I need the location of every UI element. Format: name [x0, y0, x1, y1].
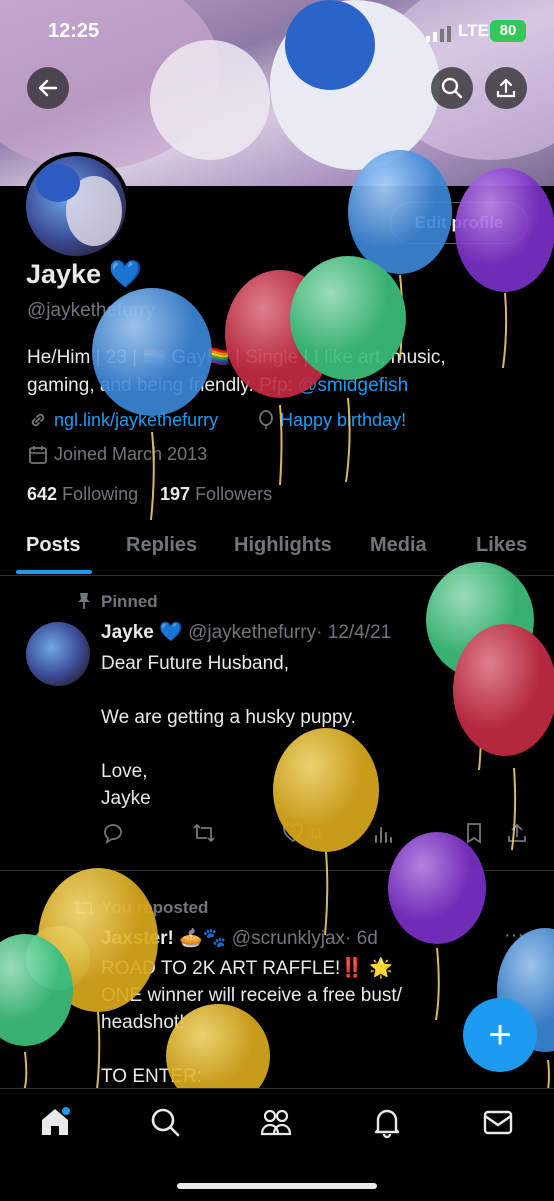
profile-handle: @jaykethefurry — [27, 300, 156, 321]
tab-likes[interactable]: Likes — [476, 534, 527, 557]
views-button[interactable] — [372, 822, 394, 849]
followers-stat[interactable]: 197 Followers — [160, 484, 272, 505]
search-icon[interactable] — [148, 1105, 182, 1139]
pinned-label: Pinned — [101, 592, 158, 611]
bell-icon[interactable] — [370, 1105, 404, 1139]
back-button[interactable] — [27, 67, 69, 109]
post-author-emoji: 🥧🐾 — [179, 928, 227, 949]
post-body[interactable]: ROAD TO 2K ART RAFFLE!‼️ 🌟 ONE winner wi… — [101, 955, 521, 1090]
heart-emoji: 💙 — [108, 259, 143, 289]
compose-post-button[interactable]: + — [463, 998, 537, 1072]
post-body[interactable]: Dear Future Husband, We are getting a hu… — [101, 650, 521, 812]
active-tab-indicator — [16, 570, 92, 574]
following-stat[interactable]: 642 Following — [27, 484, 138, 505]
balloon-icon — [256, 410, 276, 430]
bookmark-icon — [467, 823, 481, 844]
followers-count: 197 — [160, 484, 191, 504]
battery-indicator: 80 — [490, 20, 526, 42]
post-header: Jaxster! 🥧🐾 @scrunklyjax· 6d — [101, 926, 378, 950]
post-line: TO ENTER: — [101, 1066, 202, 1087]
joined-date: Joined March 2013 — [54, 444, 208, 464]
post-line: Jayke — [101, 788, 151, 809]
bio-line-2: gaming, and being friendly. Pfp: @smidge… — [27, 372, 537, 399]
post-line — [101, 731, 521, 758]
status-time: 12:25 — [48, 20, 100, 42]
post-line — [101, 1036, 521, 1063]
repost-button[interactable] — [192, 822, 216, 849]
following-label: Following — [62, 484, 139, 504]
post-author-handle: @jaykethefurry — [188, 622, 317, 643]
repost-icon — [193, 824, 215, 842]
post-line: ONE winner will receive a free bust/ — [101, 985, 402, 1006]
post-line — [101, 677, 521, 704]
analytics-icon — [375, 827, 392, 843]
reposted-label: You reposted — [101, 898, 209, 917]
reply-icon — [104, 824, 122, 844]
post-divider — [0, 870, 554, 871]
post-avatar[interactable] — [26, 622, 90, 686]
share-button[interactable] — [485, 67, 527, 109]
share-icon — [508, 823, 526, 842]
banner-fox-hair — [285, 0, 375, 90]
bottom-nav — [0, 1088, 554, 1201]
network-label: LTE — [458, 21, 489, 40]
post-author-name[interactable]: Jayke — [101, 622, 154, 643]
banner-paw — [150, 40, 270, 160]
post-author-name[interactable]: Jaxster! — [101, 928, 174, 949]
post-date: · 12/4/21 — [316, 622, 392, 643]
followers-label: Followers — [195, 484, 273, 504]
communities-icon[interactable] — [259, 1105, 293, 1139]
post-author-handle: @scrunklyjax — [231, 928, 346, 949]
reply-button[interactable] — [102, 822, 124, 849]
calendar-icon — [28, 445, 48, 465]
mail-icon[interactable] — [481, 1105, 515, 1139]
search-icon — [441, 77, 463, 99]
tab-posts[interactable]: Posts — [26, 534, 80, 557]
post-avatar[interactable] — [26, 926, 90, 990]
share-icon — [496, 78, 516, 98]
heart-icon — [283, 823, 303, 843]
signal-icon — [426, 26, 456, 42]
display-name: Jayke — [26, 259, 102, 289]
share-post-button[interactable] — [506, 822, 528, 849]
home-icon[interactable] — [38, 1105, 72, 1139]
post-author-emoji: 💙 — [159, 622, 183, 643]
post-header: Jayke 💙 @jaykethefurry· 12/4/21 — [101, 620, 391, 644]
birthday-text[interactable]: Happy birthday! — [280, 410, 406, 431]
bio-text: gaming, and being friendly. Pfp: — [27, 375, 299, 396]
post-line: Love, — [101, 761, 148, 782]
post-line: ROAD TO 2K ART RAFFLE!‼️ 🌟 — [101, 958, 393, 979]
profile-avatar[interactable] — [22, 152, 130, 260]
edit-profile-button[interactable]: Edit profile — [390, 202, 528, 244]
post-date: · 6d — [345, 928, 378, 949]
post-line: headshot! — [101, 1012, 185, 1033]
more-options-button[interactable]: ··· — [504, 924, 524, 947]
pin-icon — [76, 592, 92, 610]
tab-highlights[interactable]: Highlights — [234, 534, 332, 557]
following-count: 642 — [27, 484, 58, 504]
bio-line-1: He/Him | 23 | 🏳️‍🌈 Gay🏳️‍🌈 | Single | I … — [27, 347, 446, 368]
post-line: We are getting a husky puppy. — [101, 707, 356, 728]
search-button[interactable] — [431, 67, 473, 109]
repost-context-icon — [72, 898, 96, 918]
tab-replies[interactable]: Replies — [126, 534, 197, 557]
bookmark-button[interactable] — [464, 822, 484, 849]
bio-mention-link[interactable]: @smidgefish — [298, 375, 408, 396]
like-button[interactable]: 11 — [282, 822, 324, 844]
link-icon — [28, 410, 48, 430]
tab-media[interactable]: Media — [370, 534, 427, 557]
profile-link[interactable]: ngl.link/jaykethefurry — [54, 410, 218, 431]
like-count: 11 — [308, 824, 324, 842]
home-indicator — [177, 1183, 377, 1189]
tabs-divider — [0, 575, 554, 576]
post-line: Dear Future Husband, — [101, 653, 289, 674]
arrow-left-icon — [38, 79, 58, 97]
